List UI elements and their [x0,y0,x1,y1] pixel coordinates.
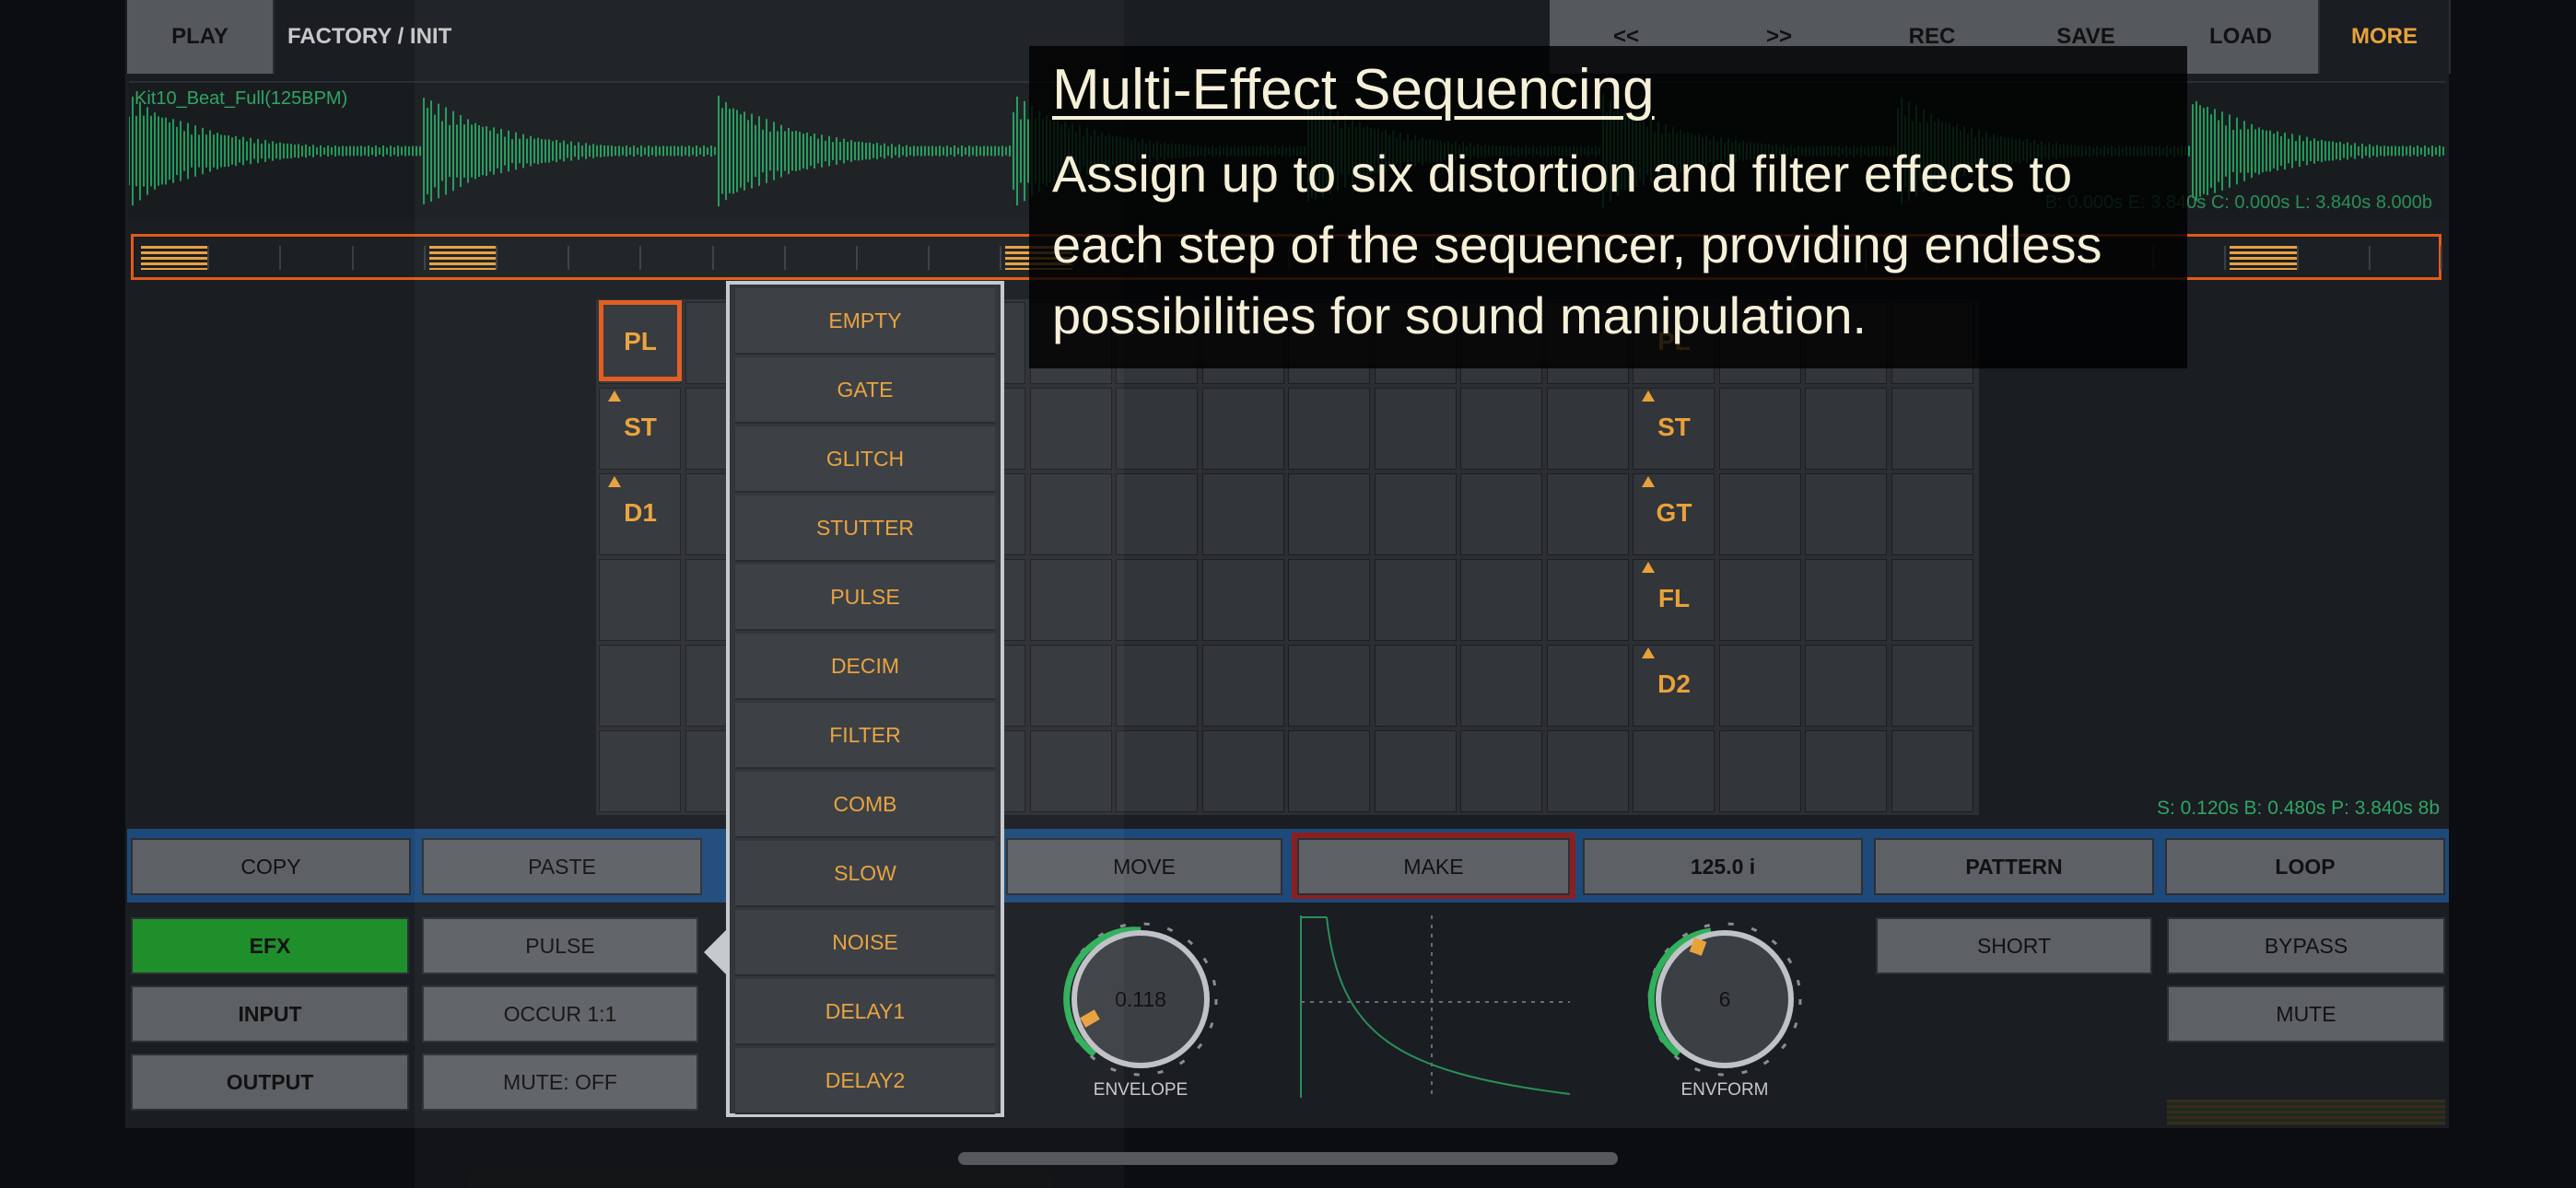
callout-title: Multi-Effect Sequencing [1052,58,1655,122]
grid-cell[interactable] [1116,388,1198,470]
grid-cell[interactable] [1805,730,1887,812]
grid-cell[interactable] [1460,645,1542,727]
grid-cell[interactable] [1891,645,1973,727]
step-segment[interactable] [2230,246,2299,270]
grid-cell[interactable] [1201,645,1284,727]
efx-button[interactable]: EFX [131,917,409,974]
grid-cell[interactable] [1288,645,1370,727]
grid-cell[interactable] [1374,473,1457,555]
grid-cell[interactable] [1374,388,1457,470]
short-button[interactable]: SHORT [1876,917,2152,974]
grid-cell[interactable] [1805,559,1887,641]
grid-cell[interactable] [1374,730,1457,812]
selection-status: S: 0.120s B: 0.480s P: 3.840s 8b [2149,794,2447,823]
grid-cell[interactable] [1460,473,1542,555]
marker-icon [1642,476,1655,487]
grid-cell[interactable] [1546,559,1629,641]
grid-cell[interactable] [1805,473,1887,555]
play-button[interactable]: PLAY [127,0,275,74]
grid-cell[interactable] [1718,388,1801,470]
envelope-graph [1300,915,1571,1098]
grid-cell[interactable] [1116,645,1198,727]
grid-cell[interactable] [1718,730,1801,812]
grid-cell[interactable] [1546,645,1629,727]
grid-cell[interactable] [1201,559,1284,641]
grid-cell[interactable] [1288,473,1370,555]
grid-cell[interactable] [1718,473,1801,555]
grid-cell[interactable] [1633,730,1715,812]
grid-cell[interactable] [1201,473,1284,555]
tempo-button[interactable]: 125.0 i [1583,838,1863,895]
step-segment[interactable] [2374,246,2442,270]
grid-cell[interactable] [1546,730,1629,812]
mute-button[interactable]: MUTE [2167,985,2445,1042]
grid-cell[interactable] [1805,388,1887,470]
grid-cell[interactable] [1201,730,1284,812]
grid-label-d2-right: D2 [1657,670,1691,698]
grid-label-st-right: ST [1657,413,1691,441]
envform-value: 6 [1718,986,1731,1011]
grid-cell[interactable] [1288,730,1370,812]
step-segment[interactable] [141,246,210,270]
grid-cell[interactable] [1116,730,1198,812]
envform-knob[interactable]: 6 [1656,930,1794,1068]
marker-icon [1642,562,1655,573]
make-button[interactable]: MAKE [1297,838,1570,895]
grid-cell[interactable] [1718,559,1801,641]
loop-button[interactable]: LOOP [2165,838,2445,895]
grid-cell[interactable] [1805,645,1887,727]
grid-cell[interactable] [1891,559,1973,641]
output-button[interactable]: OUTPUT [131,1054,409,1111]
marker-icon [1642,390,1655,402]
grid-cell[interactable] [1891,473,1973,555]
copy-button[interactable]: COPY [131,838,411,895]
grid-cell[interactable] [1288,559,1370,641]
marker-icon [1642,647,1655,658]
step-segment[interactable] [213,246,282,270]
dim-overlay [415,0,1124,1188]
grid-cell[interactable] [1460,388,1542,470]
grid-cell[interactable] [1718,645,1801,727]
grid-label-gt-right: GT [1656,498,1692,527]
grid-cell[interactable] [1288,388,1370,470]
envform-label: ENVFORM [1680,1080,1769,1100]
input-button[interactable]: INPUT [131,985,409,1042]
step-segment[interactable] [2302,246,2371,270]
grid-label-fl-right: FL [1657,584,1691,612]
grid-cell[interactable] [1891,730,1973,812]
grid-cell[interactable] [1374,645,1457,727]
grid-cell[interactable] [1201,388,1284,470]
more-button[interactable]: MORE [2320,0,2451,74]
bypass-button[interactable]: BYPASS [2167,917,2445,974]
grid-cell[interactable] [1460,730,1542,812]
grid-cell[interactable] [1891,388,1973,470]
waveform-filename: Kit10_Beat_Full(125BPM) [135,88,348,109]
home-indicator[interactable] [958,1152,1618,1165]
grid-cell[interactable] [1546,388,1629,470]
grid-cell[interactable] [1546,473,1629,555]
grid-cell[interactable] [1116,559,1198,641]
pattern-button[interactable]: PATTERN [1874,838,2154,895]
grid-cell[interactable] [1116,473,1198,555]
callout-body: Assign up to six distortion and filter e… [1052,145,2102,344]
grid-cell[interactable] [1374,559,1457,641]
grid-cell[interactable] [1460,559,1542,641]
step-segment[interactable] [285,246,354,270]
level-meter [2167,1100,2445,1125]
